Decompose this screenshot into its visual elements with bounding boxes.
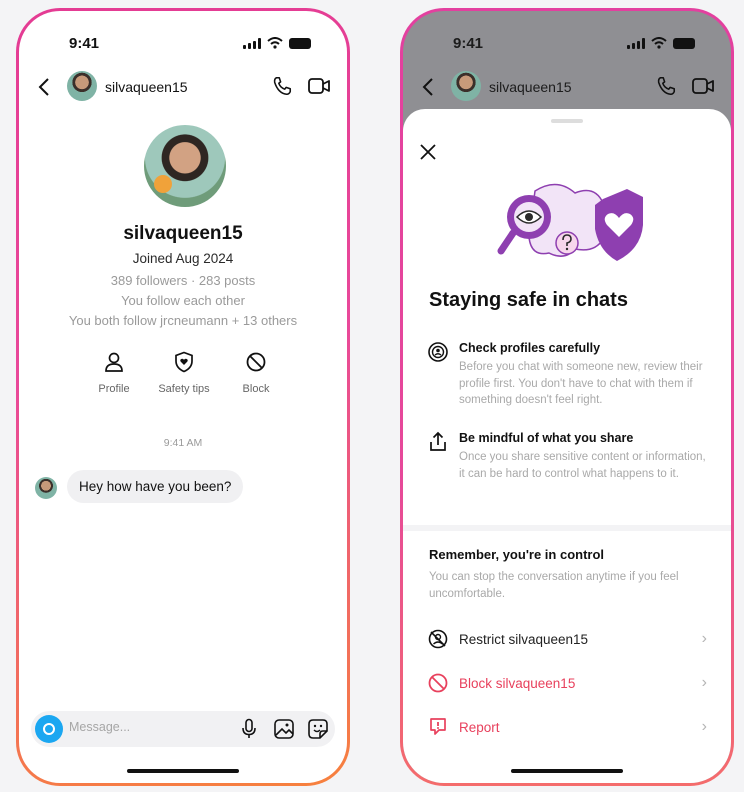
status-time-right: 9:41	[453, 35, 484, 52]
shield-heart-icon	[175, 351, 193, 373]
restrict-row[interactable]: Restrict silvaqueen15 ›	[427, 625, 707, 653]
message-composer	[31, 711, 335, 747]
microphone-icon[interactable]	[241, 718, 257, 740]
signal-icon	[243, 37, 261, 49]
block-icon	[246, 352, 266, 372]
block-label: Block silvaqueen15	[459, 675, 576, 691]
profile-button[interactable]: Profile	[74, 351, 154, 395]
safety-tips-button[interactable]: Safety tips	[144, 351, 224, 395]
phone-call-icon[interactable]	[655, 75, 677, 97]
report-label: Report	[459, 719, 500, 735]
message-bubble[interactable]: Hey how have you been?	[67, 470, 244, 503]
back-icon[interactable]	[421, 77, 435, 97]
header-avatar[interactable]	[451, 71, 481, 101]
tip-heading: Check profiles carefully	[459, 341, 601, 355]
profile-stats: 389 followers · 283 posts	[110, 273, 256, 288]
profile-username: silvaqueen15	[123, 223, 243, 244]
tip-body: Once you share sensitive content or info…	[459, 451, 706, 480]
signal-icon	[627, 37, 645, 49]
chevron-right-icon: ›	[701, 718, 707, 735]
restrict-icon	[428, 629, 448, 649]
safety-phone: 9:41 silvaqueen15 Staying safe in chats …	[400, 8, 734, 786]
share-icon	[430, 431, 446, 451]
video-call-icon[interactable]	[691, 75, 715, 97]
person-icon	[105, 352, 123, 372]
section-divider	[403, 525, 731, 531]
video-call-icon[interactable]	[307, 75, 331, 97]
tip-body: Before you chat with someone new, review…	[459, 361, 703, 407]
report-icon	[430, 718, 446, 735]
profile-scan-icon	[428, 342, 448, 362]
block-icon	[428, 673, 448, 693]
control-title: Remember, you're in control	[429, 547, 605, 562]
chevron-right-icon: ›	[701, 674, 707, 691]
chat-header: silvaqueen15	[19, 67, 347, 111]
chat-phone: 9:41 silvaqueen15 silvaqueen15 Joined Au…	[16, 8, 350, 786]
block-row[interactable]: Block silvaqueen15 ›	[427, 669, 707, 697]
gallery-icon[interactable]	[273, 718, 295, 740]
chat-header-dimmed: silvaqueen15	[403, 67, 731, 111]
status-icons	[243, 37, 311, 49]
profile-joined: Joined Aug 2024	[132, 251, 234, 266]
block-button[interactable]: Block	[216, 351, 296, 395]
profile-follow-status: You follow each other	[121, 293, 245, 308]
camera-icon	[43, 723, 55, 735]
sticker-icon[interactable]	[307, 718, 329, 740]
tip-mindful-sharing: Be mindful of what you share Once you sh…	[427, 431, 707, 501]
safety-sheet: Staying safe in chats Check profiles car…	[403, 109, 731, 783]
safety-tips-label: Safety tips	[158, 383, 210, 395]
chat-screen: 9:41 silvaqueen15 silvaqueen15 Joined Au…	[19, 11, 347, 783]
home-indicator	[127, 769, 239, 773]
battery-icon	[289, 37, 311, 49]
phone-call-icon[interactable]	[271, 75, 293, 97]
profile-avatar[interactable]	[144, 125, 226, 207]
tip-heading: Be mindful of what you share	[459, 431, 634, 445]
message-avatar	[35, 477, 57, 499]
profile-button-label: Profile	[98, 383, 130, 395]
status-bar: 9:41	[19, 33, 347, 57]
sheet-title: Staying safe in chats	[429, 289, 628, 311]
battery-icon	[673, 37, 695, 49]
message-timestamp: 9:41 AM	[163, 437, 203, 449]
safety-screen: 9:41 silvaqueen15 Staying safe in chats …	[403, 11, 731, 783]
message-input[interactable]	[69, 720, 219, 734]
tip-check-profiles: Check profiles carefully Before you chat…	[427, 341, 707, 411]
chevron-right-icon: ›	[701, 630, 707, 647]
header-username[interactable]: silvaqueen15	[489, 79, 572, 95]
block-button-label: Block	[242, 383, 270, 395]
safety-illustration	[497, 183, 643, 261]
status-time: 9:41	[69, 35, 100, 52]
close-icon[interactable]	[417, 141, 439, 163]
home-indicator	[511, 769, 623, 773]
status-icons-right	[627, 37, 695, 49]
report-row[interactable]: Report ›	[427, 713, 707, 741]
back-icon[interactable]	[37, 77, 51, 97]
profile-mutual-follows: You both follow jrcneumann + 13 others	[68, 313, 298, 328]
sheet-grabber[interactable]	[551, 119, 583, 123]
header-username[interactable]: silvaqueen15	[105, 79, 188, 95]
camera-button[interactable]	[35, 715, 63, 743]
status-bar-right: 9:41	[403, 33, 731, 57]
wifi-icon	[267, 37, 283, 49]
wifi-icon	[651, 37, 667, 49]
control-body: You can stop the conversation anytime if…	[429, 571, 679, 600]
header-avatar[interactable]	[67, 71, 97, 101]
restrict-label: Restrict silvaqueen15	[459, 631, 589, 647]
